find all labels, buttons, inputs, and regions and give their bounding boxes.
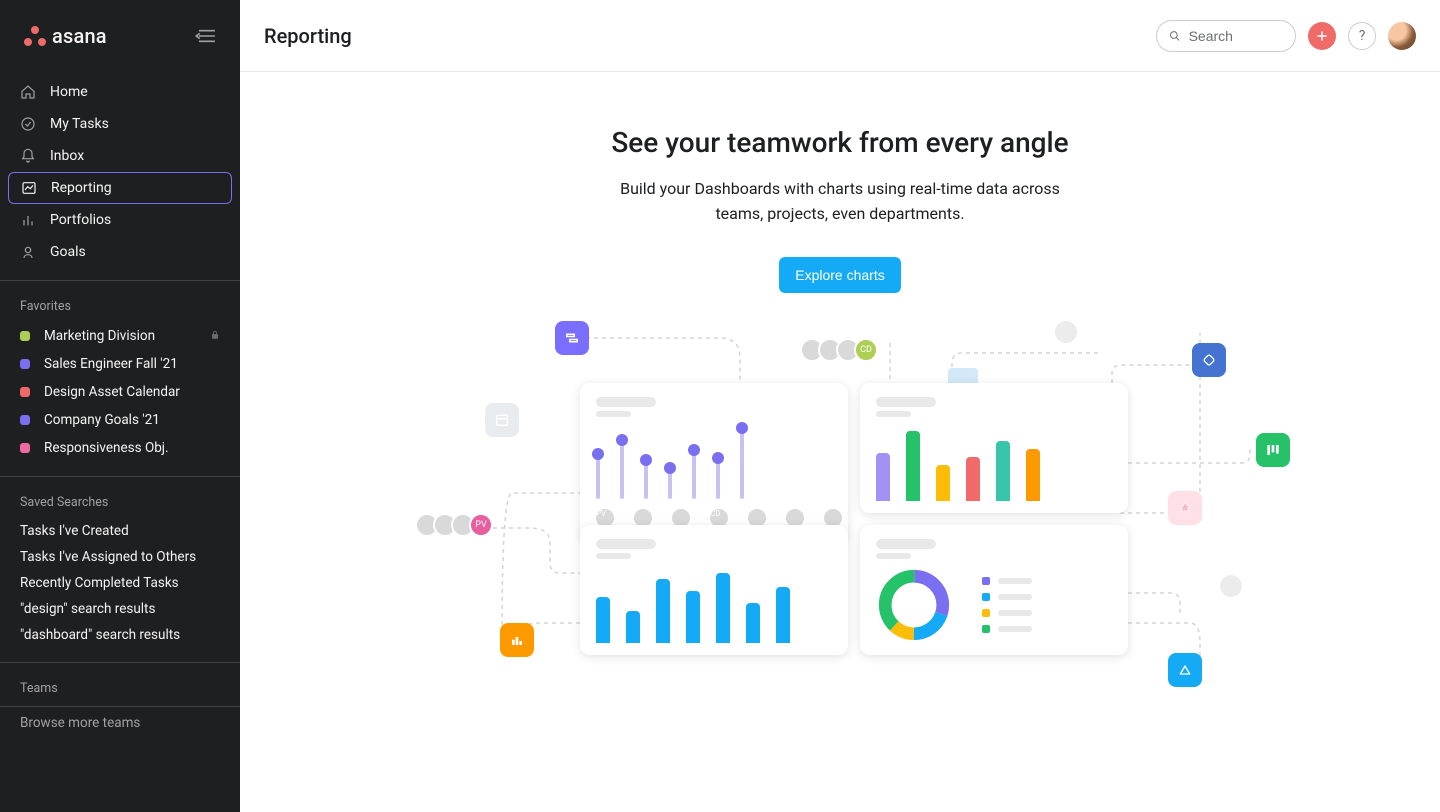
user-avatar[interactable]: [1388, 22, 1416, 50]
chart-card-multicolor-bars: [860, 383, 1128, 513]
bar-chart-icon: [20, 212, 36, 228]
question-icon: ?: [1359, 28, 1366, 44]
menu-collapse-icon: [195, 28, 217, 44]
nav-label: My Tasks: [50, 116, 109, 132]
nav-item-my-tasks[interactable]: My Tasks: [8, 108, 232, 140]
favorites-list: Marketing Division Sales Engineer Fall '…: [0, 322, 240, 462]
project-color-dot: [20, 331, 30, 341]
favorite-label: Marketing Division: [44, 328, 155, 344]
favorite-item[interactable]: Marketing Division: [0, 322, 240, 350]
chart-line-icon: [21, 180, 37, 196]
favorite-label: Design Asset Calendar: [44, 384, 180, 400]
favorites-header: Favorites: [0, 281, 240, 322]
help-button[interactable]: ?: [1348, 22, 1376, 50]
saved-search-item[interactable]: Tasks I've Assigned to Others: [0, 544, 240, 570]
omnibutton-add[interactable]: [1308, 22, 1336, 50]
favorite-item[interactable]: Company Goals '21: [0, 406, 240, 434]
check-circle-icon: [20, 116, 36, 132]
topbar-actions: ?: [1156, 20, 1416, 52]
decorative-avatar: [1055, 321, 1077, 343]
project-color-dot: [20, 359, 30, 369]
nav-item-reporting[interactable]: Reporting: [8, 172, 232, 204]
chart-card-lollipop: PV CD: [580, 383, 848, 539]
project-color-dot: [20, 387, 30, 397]
saved-searches-list: Tasks I've Created Tasks I've Assigned t…: [0, 518, 240, 648]
favorite-item[interactable]: Sales Engineer Fall '21: [0, 350, 240, 378]
favorite-label: Company Goals '21: [44, 412, 160, 428]
chart-tile-icon: [500, 623, 534, 657]
decorative-avatar: [1220, 575, 1242, 597]
search-input[interactable]: [1189, 28, 1283, 44]
nav-label: Inbox: [50, 148, 84, 164]
saved-search-item[interactable]: Tasks I've Created: [0, 518, 240, 544]
nav-item-goals[interactable]: Goals: [8, 236, 232, 268]
brand-logo[interactable]: asana: [24, 24, 107, 48]
main-content: Reporting ? See your teamwork from every…: [240, 0, 1440, 812]
topbar: Reporting ?: [240, 0, 1440, 72]
avatar-chip: [786, 509, 804, 527]
project-color-dot: [20, 415, 30, 425]
reporting-empty-state: See your teamwork from every angle Build…: [240, 72, 1440, 812]
favorite-item[interactable]: Responsiveness Obj.: [0, 434, 240, 462]
lock-icon: [210, 330, 220, 343]
bell-icon: [20, 148, 36, 164]
donut-legend: [982, 577, 1032, 633]
hero-illustration: CD PV: [400, 313, 1280, 713]
board-tile-icon: [1256, 433, 1290, 467]
sidebar-header: asana: [0, 0, 240, 72]
search-icon: [1169, 29, 1181, 43]
nav-item-home[interactable]: Home: [8, 76, 232, 108]
project-color-dot: [20, 443, 30, 453]
avatar-cluster: CD: [800, 338, 878, 362]
chart-card-donut: [860, 525, 1128, 655]
calendar-tile-icon: [485, 403, 519, 437]
star-tile-icon: [1168, 491, 1202, 525]
donut-chart-icon: [876, 567, 952, 643]
avatar-cluster: PV: [415, 513, 493, 537]
nav-label: Goals: [50, 244, 86, 260]
saved-search-item[interactable]: "design" search results: [0, 596, 240, 622]
favorite-item[interactable]: Design Asset Calendar: [0, 378, 240, 406]
avatar-chip: PV: [596, 509, 614, 527]
home-icon: [20, 84, 36, 100]
project-tile-icon: [555, 321, 589, 355]
avatar-chip: [824, 509, 842, 527]
favorite-label: Sales Engineer Fall '21: [44, 356, 178, 372]
sidebar: asana Home My Tasks: [0, 0, 240, 812]
saved-search-item[interactable]: "dashboard" search results: [0, 622, 240, 648]
hero-subtext: Build your Dashboards with charts using …: [600, 177, 1080, 227]
teams-header: Teams: [0, 663, 240, 706]
saved-searches-header: Saved Searches: [0, 477, 240, 518]
primary-nav: Home My Tasks Inbox Reporting: [0, 72, 240, 280]
global-search[interactable]: [1156, 20, 1296, 52]
triangle-tile-icon: [1168, 653, 1202, 687]
plus-icon: [1315, 29, 1329, 43]
saved-search-item[interactable]: Recently Completed Tasks: [0, 570, 240, 596]
target-icon: [20, 244, 36, 260]
avatar-chip: [748, 509, 766, 527]
sidebar-collapse-button[interactable]: [192, 22, 220, 50]
avatar-chip: [672, 509, 690, 527]
nav-label: Portfolios: [50, 212, 111, 228]
nav-label: Reporting: [51, 180, 112, 196]
brand-name: asana: [52, 24, 107, 48]
diamond-tile-icon: [1192, 343, 1226, 377]
nav-label: Home: [50, 84, 88, 100]
chart-card-blue-bars: [580, 525, 848, 655]
hero-headline: See your teamwork from every angle: [611, 126, 1068, 159]
nav-item-portfolios[interactable]: Portfolios: [8, 204, 232, 236]
nav-item-inbox[interactable]: Inbox: [8, 140, 232, 172]
logo-mark-icon: [24, 26, 46, 46]
favorite-label: Responsiveness Obj.: [44, 440, 169, 456]
explore-charts-button[interactable]: Explore charts: [779, 257, 900, 293]
avatar-chip: [634, 509, 652, 527]
page-title: Reporting: [264, 24, 352, 48]
browse-more-teams[interactable]: Browse more teams: [0, 707, 240, 749]
avatar-chip: CD: [710, 509, 728, 527]
